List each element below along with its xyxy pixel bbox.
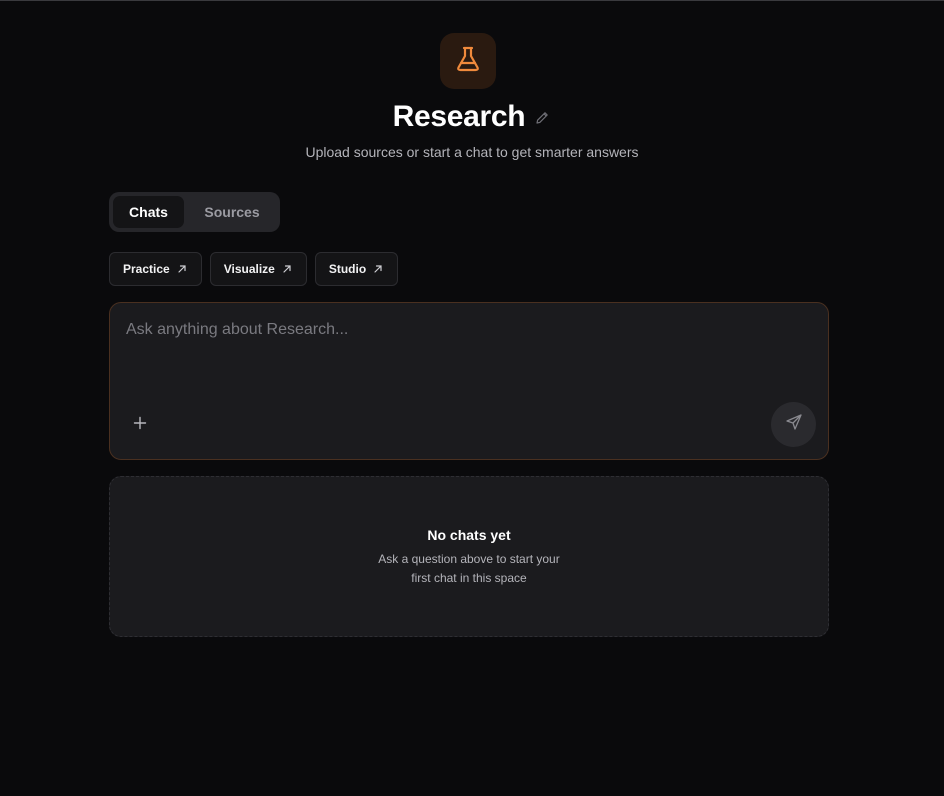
space-subtitle: Upload sources or start a chat to get sm…	[305, 144, 639, 160]
arrow-up-right-icon	[281, 263, 293, 275]
title-row: Research	[0, 100, 944, 134]
send-button[interactable]	[771, 402, 816, 447]
visualize-button-label: Visualize	[223, 262, 275, 276]
chat-composer	[109, 302, 829, 460]
action-buttons: Practice Visualize Studio	[109, 252, 399, 286]
window-top-border	[0, 0, 944, 1]
space-title: Research	[392, 100, 526, 133]
send-icon	[785, 413, 803, 436]
studio-button-label: Studio	[328, 262, 367, 276]
edit-title-pencil-icon[interactable]	[533, 109, 551, 127]
empty-state-description: Ask a question above to start your first…	[110, 550, 828, 588]
tab-sources[interactable]: Sources	[188, 196, 276, 228]
visualize-button[interactable]: Visualize	[209, 252, 307, 286]
empty-state-line-2: first chat in this space	[411, 571, 527, 585]
space-page: Research Upload sources or start a chat …	[0, 0, 944, 796]
empty-state-line-1: Ask a question above to start your	[378, 552, 560, 566]
studio-button[interactable]: Studio	[314, 252, 399, 286]
view-tabs: Chats Sources	[109, 192, 280, 232]
attach-button[interactable]	[128, 413, 152, 437]
practice-button[interactable]: Practice	[109, 252, 202, 286]
flask-icon	[455, 45, 481, 78]
practice-button-label: Practice	[123, 262, 170, 276]
space-icon-tile	[440, 33, 496, 89]
arrow-up-right-icon	[372, 263, 384, 275]
tab-chats[interactable]: Chats	[113, 196, 184, 228]
plus-icon	[133, 416, 147, 435]
empty-state-title: No chats yet	[427, 527, 511, 543]
empty-chats-state: No chats yet Ask a question above to sta…	[109, 476, 829, 637]
chat-input[interactable]	[126, 321, 806, 381]
arrow-up-right-icon	[176, 263, 188, 275]
